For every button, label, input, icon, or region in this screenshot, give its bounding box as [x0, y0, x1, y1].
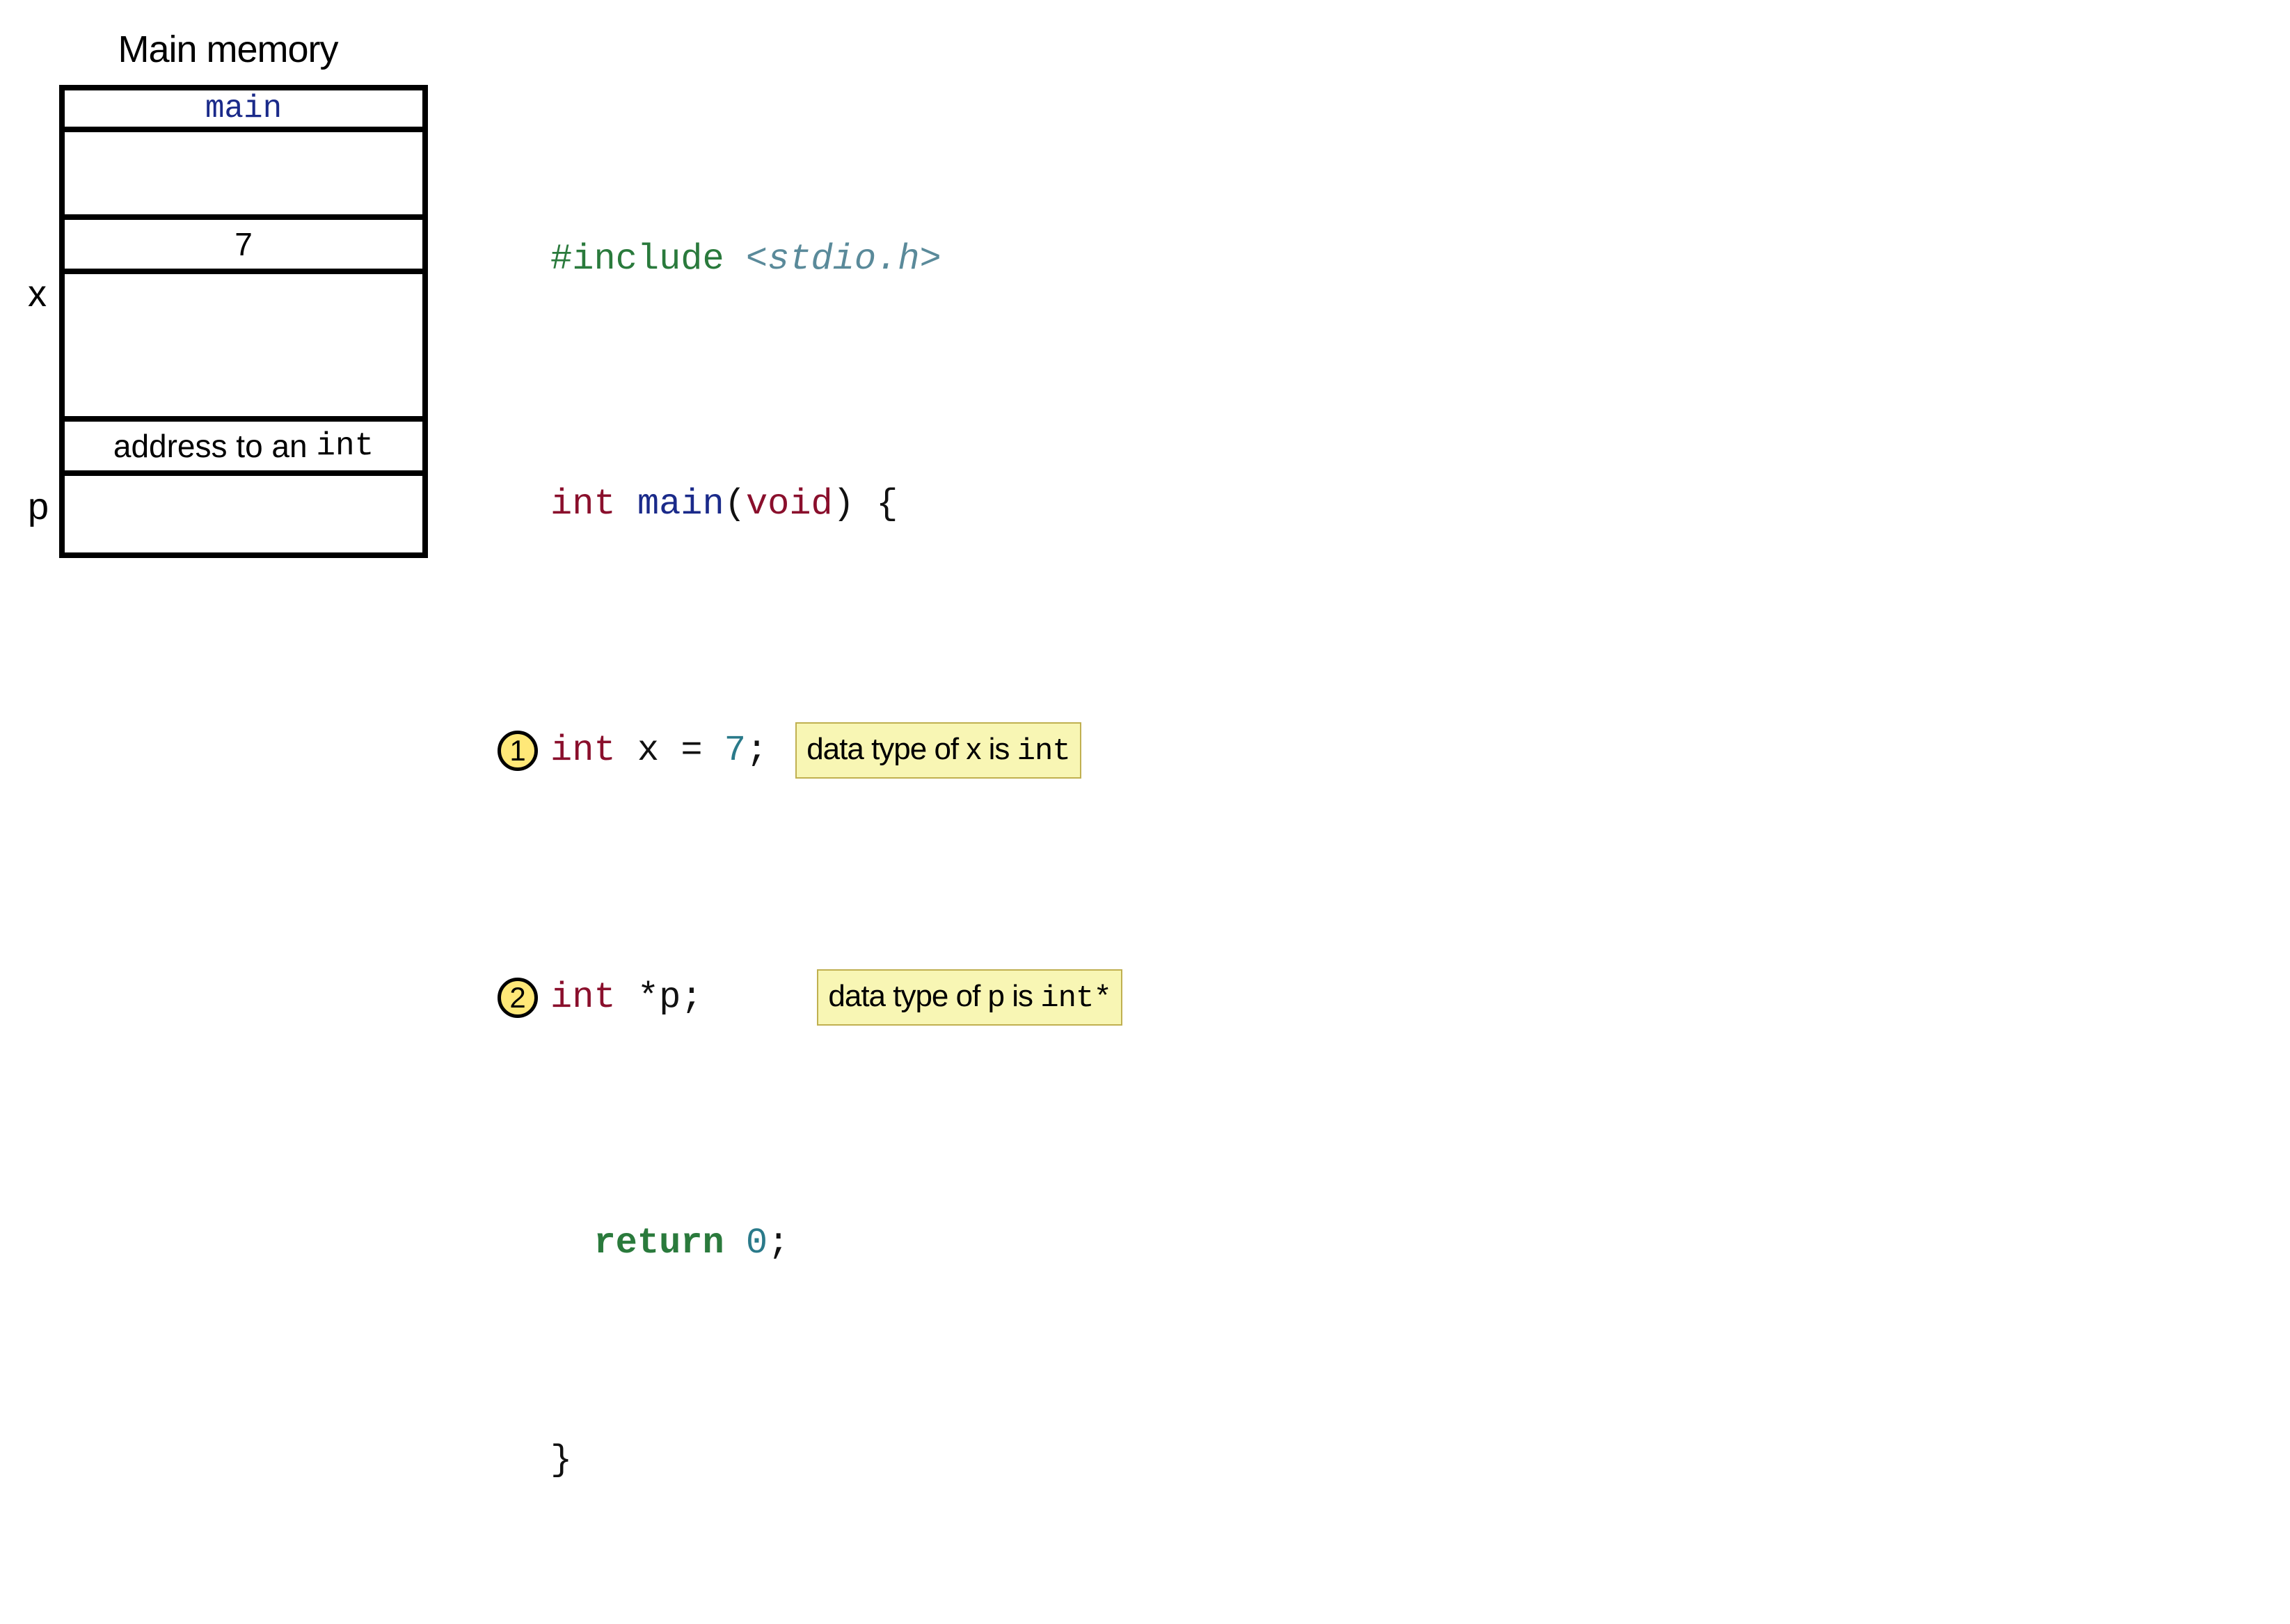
- code-line-close-brace: }: [498, 1433, 1122, 1488]
- memory-header-cell: main: [65, 85, 422, 132]
- label-p: p: [28, 465, 49, 525]
- code-line-return: return 0;: [498, 1216, 1122, 1271]
- memory-row-labels: x p: [28, 118, 49, 525]
- code-line-include: #include <stdio.h>: [498, 232, 1122, 287]
- memory-panel: Main memory x p main 7 address to an int: [28, 28, 428, 1596]
- memory-empty-cell: [65, 132, 422, 214]
- memory-box: main 7 address to an int: [59, 85, 428, 558]
- code-line-main-decl: int main(void) {: [498, 477, 1122, 532]
- memory-empty-cell: [65, 274, 422, 416]
- code-line-decl-p: 2 int *p; data type of p is int*: [498, 969, 1122, 1026]
- step-marker-1: 1: [498, 731, 538, 771]
- code-panel: #include <stdio.h> int main(void) { 1 in…: [498, 28, 1122, 1596]
- step-marker-2: 2: [498, 978, 538, 1018]
- annotation-x-type: data type of x is int: [795, 722, 1081, 779]
- memory-cell-x: 7: [65, 214, 422, 274]
- code-line-decl-x: 1 int x = 7; data type of x is int: [498, 722, 1122, 779]
- memory-title: Main memory: [118, 28, 337, 71]
- memory-cell-p: address to an int: [65, 416, 422, 476]
- memory-empty-cell: [65, 476, 422, 558]
- label-x: x: [28, 253, 49, 312]
- memory-diagram: x p main 7 address to an int: [28, 85, 428, 558]
- annotation-p-type: data type of p is int*: [817, 969, 1122, 1026]
